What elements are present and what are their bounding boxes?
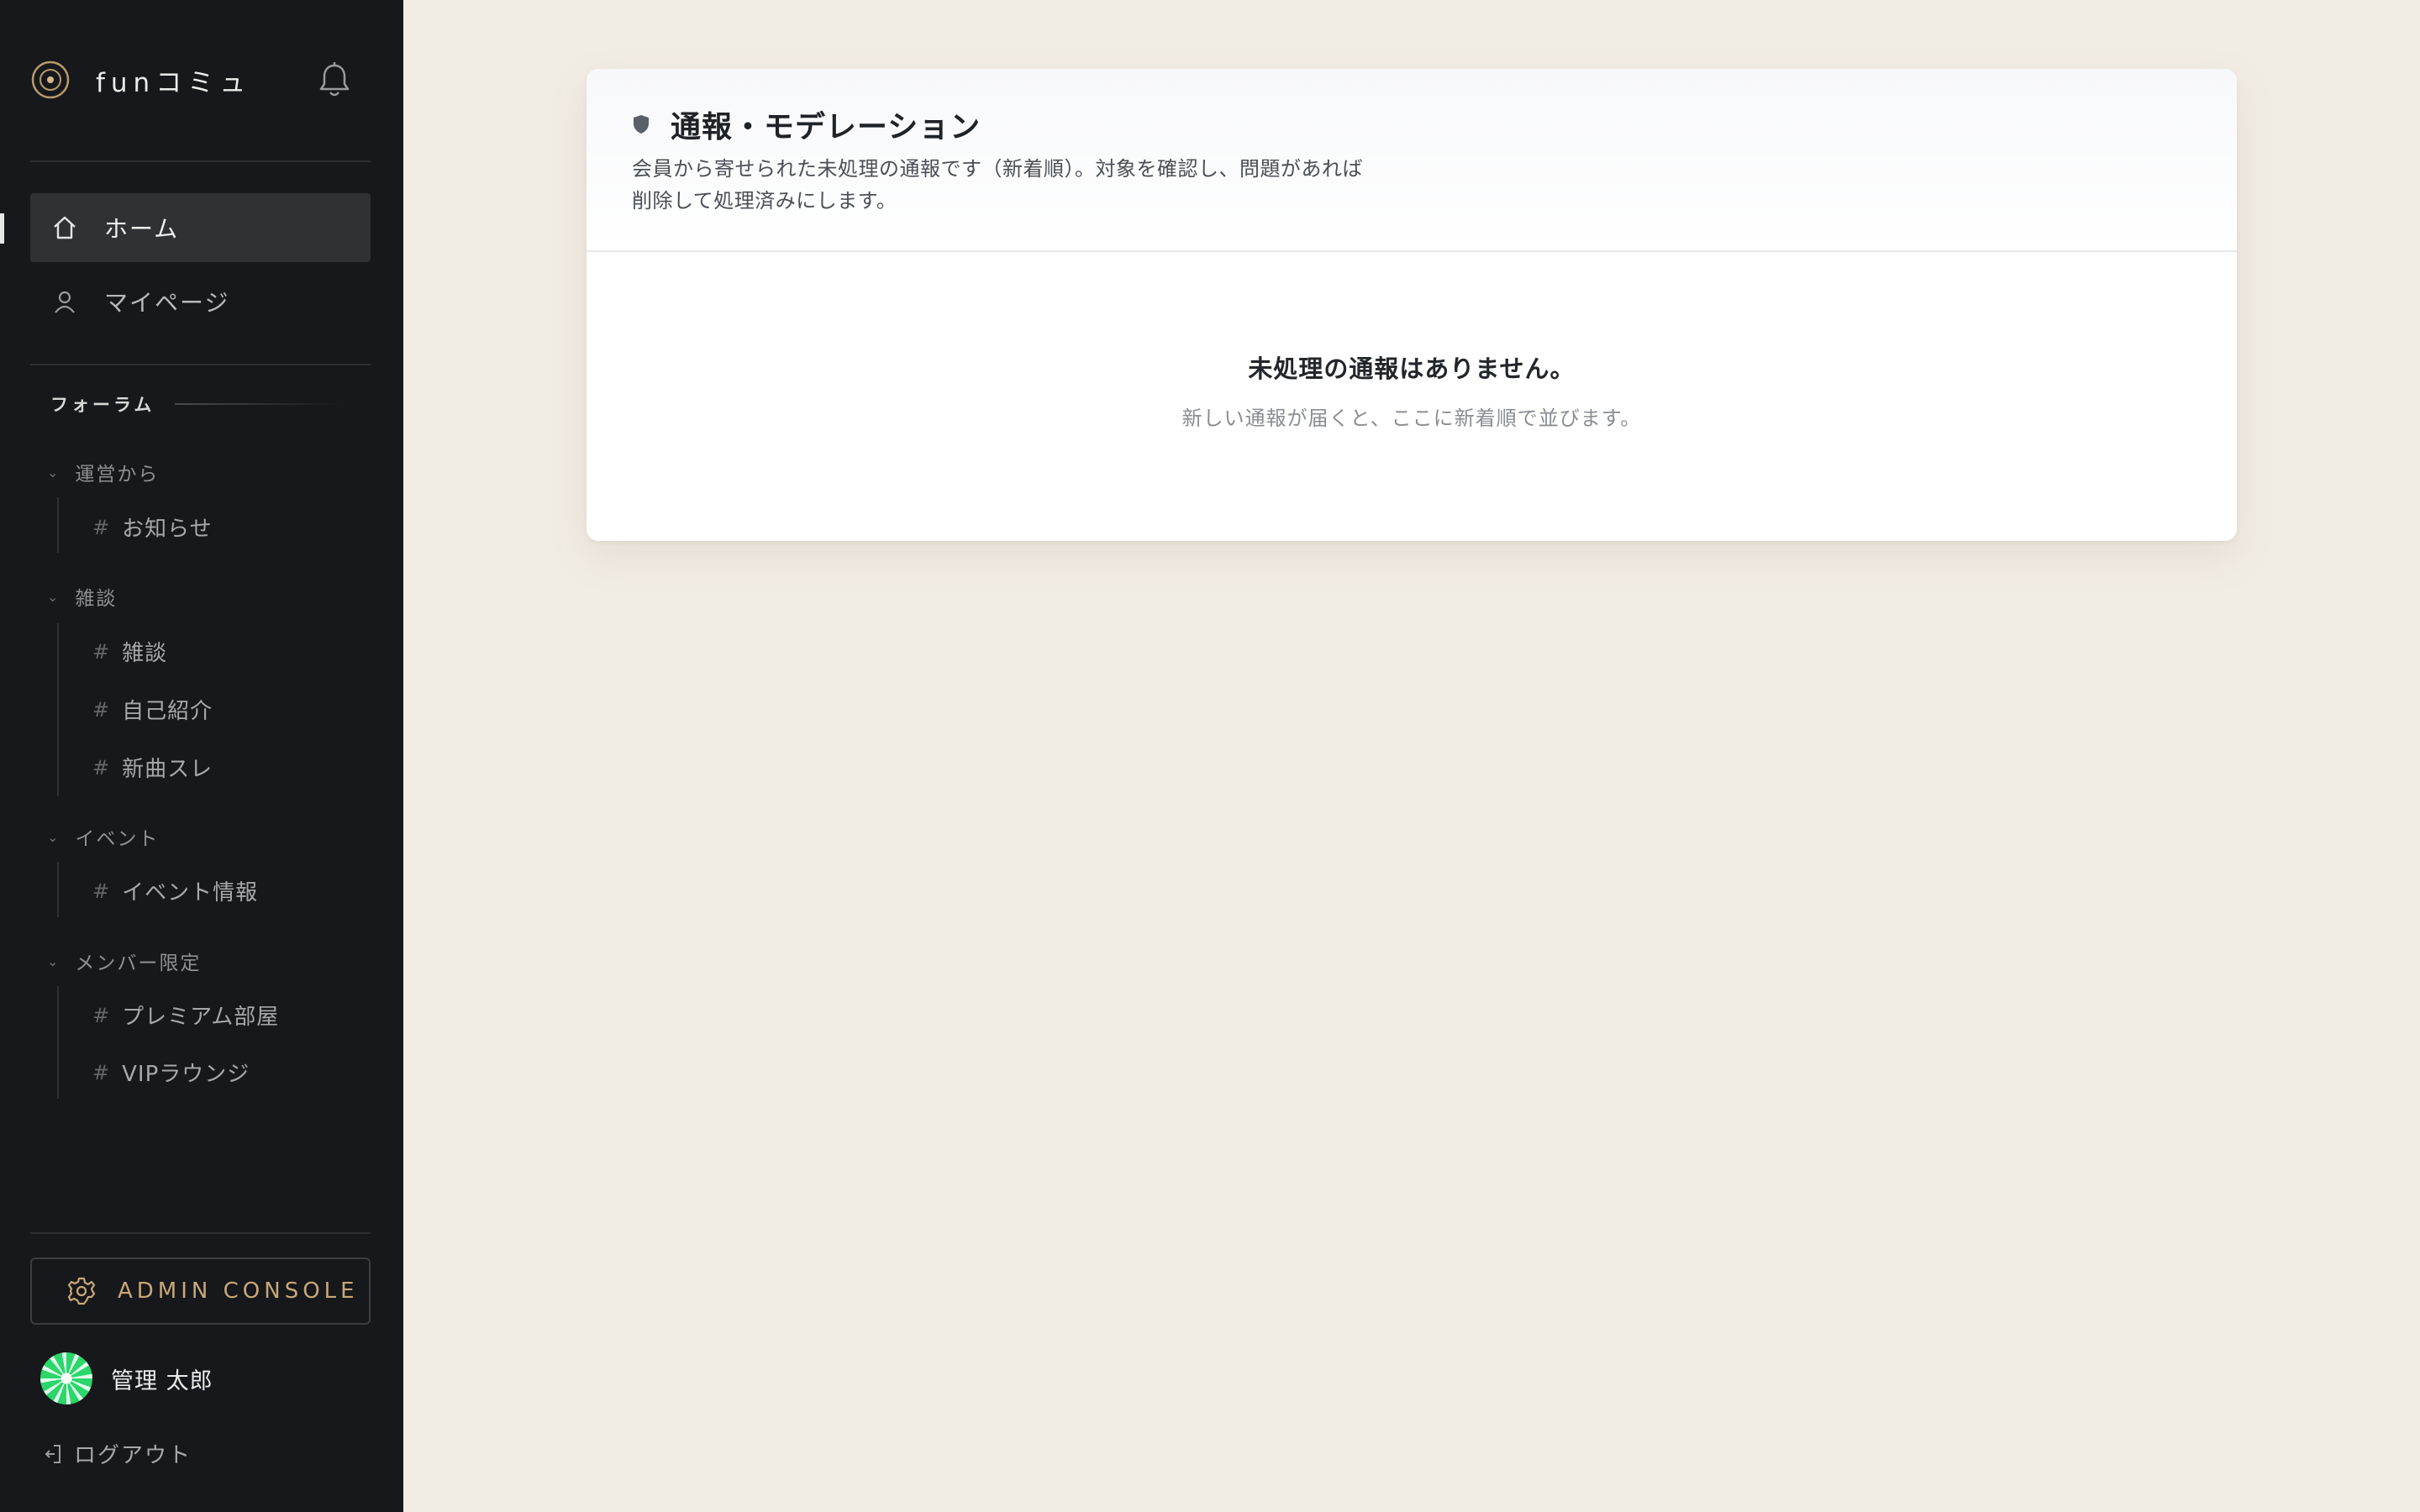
channel-新曲スレ[interactable]: # 新曲スレ: [92, 752, 213, 783]
logout-icon: [45, 1444, 60, 1463]
channel-雑談[interactable]: # 雑談: [92, 636, 167, 667]
admin-console-button[interactable]: ADMIN CONSOLE: [30, 1257, 371, 1325]
app-name: funコミュ: [96, 67, 252, 98]
hash-icon: #: [92, 879, 111, 903]
divider: [30, 364, 371, 365]
channel-お知らせ[interactable]: # お知らせ: [92, 512, 213, 543]
empty-state-title: 未処理の通報はありません。: [1248, 354, 1576, 383]
forum-group-メンバー限定[interactable]: ⌄ メンバー限定: [47, 947, 201, 975]
user-icon: [55, 291, 75, 313]
channel-label: プレミアム部屋: [122, 1005, 280, 1030]
chevron-down-icon: ⌄: [47, 828, 60, 845]
channel-VIPラウンジ[interactable]: # VIPラウンジ: [92, 1057, 250, 1088]
channel-label: イベント情報: [122, 880, 259, 906]
group-label: イベント: [75, 828, 160, 850]
hash-icon: #: [92, 1003, 111, 1027]
hash-icon: #: [92, 1060, 111, 1084]
avatar: [40, 1352, 92, 1404]
chevron-down-icon: ⌄: [47, 588, 60, 605]
channel-自己紹介[interactable]: # 自己紹介: [92, 694, 213, 725]
forum-section-label: フォーラム: [50, 391, 344, 417]
admin-console-label: ADMIN CONSOLE: [118, 1278, 359, 1304]
channel-イベント情報[interactable]: # イベント情報: [92, 875, 258, 906]
channel-label: 新曲スレ: [122, 757, 213, 782]
channel-プレミアム部屋[interactable]: # プレミアム部屋: [92, 1000, 279, 1031]
forum-group-雑談[interactable]: ⌄ 雑談: [47, 582, 117, 611]
divider: [30, 160, 371, 162]
channel-label: 雑談: [122, 641, 168, 666]
home-icon: [54, 216, 76, 239]
logo-icon: [31, 60, 70, 99]
active-marker: [0, 213, 4, 244]
forum-section-text: フォーラム: [50, 395, 155, 415]
group-line: [57, 623, 59, 796]
channel-label: お知らせ: [122, 517, 213, 542]
nav-mypage[interactable]: マイページ: [30, 267, 371, 336]
forum-group-イベント[interactable]: ⌄ イベント: [47, 822, 159, 851]
logout-label: ログアウト: [74, 1443, 192, 1468]
forum-group-運営から[interactable]: ⌄ 運営から: [47, 458, 159, 486]
section-rule: [175, 403, 344, 405]
chevron-down-icon: ⌄: [47, 953, 60, 969]
logout-link[interactable]: ログアウト: [44, 1438, 192, 1469]
group-label: 運営から: [75, 464, 160, 486]
brand[interactable]: funコミュ: [30, 42, 353, 118]
shield-icon: [634, 115, 649, 134]
group-line: [57, 986, 59, 1099]
moderation-card: 通報・モデレーション 会員から寄せられた未処理の通報です（新着順）。対象を確認し…: [587, 69, 2237, 541]
hash-icon: #: [92, 755, 111, 780]
group-label: メンバー限定: [75, 953, 202, 974]
group-line: [57, 862, 59, 917]
page-title: 通報・モデレーション: [632, 102, 981, 146]
channel-label: VIPラウンジ: [122, 1062, 250, 1087]
user-name: 管理 太郎: [111, 1368, 213, 1394]
bell-icon[interactable]: [316, 60, 353, 99]
empty-state-subtitle: 新しい通報が届くと、ここに新着順で並びます。: [1181, 407, 1642, 430]
divider: [30, 1232, 371, 1234]
chevron-down-icon: ⌄: [47, 464, 60, 480]
hash-icon: #: [92, 639, 111, 664]
group-label: 雑談: [75, 588, 118, 610]
page-description: 会員から寄せられた未処理の通報です（新着順）。対象を確認し、問題があれば削除して…: [632, 157, 1363, 213]
hash-icon: #: [92, 515, 111, 539]
nav-home-label: ホーム: [104, 215, 180, 243]
current-user[interactable]: 管理 太郎: [40, 1352, 213, 1404]
nav-home[interactable]: ホーム: [30, 193, 371, 262]
nav-mypage-label: マイページ: [104, 289, 230, 317]
page-title-text: 通報・モデレーション: [671, 110, 981, 144]
group-line: [57, 497, 59, 553]
gear-icon: [67, 1277, 96, 1305]
hash-icon: #: [92, 697, 111, 722]
sidebar: funコミュ ホーム マイページ フォーラム ⌄ 運営から # お知らせ ⌄ 雑…: [0, 0, 403, 1512]
card-header: 通報・モデレーション 会員から寄せられた未処理の通報です（新着順）。対象を確認し…: [587, 69, 2237, 252]
channel-label: 自己紹介: [122, 699, 213, 724]
